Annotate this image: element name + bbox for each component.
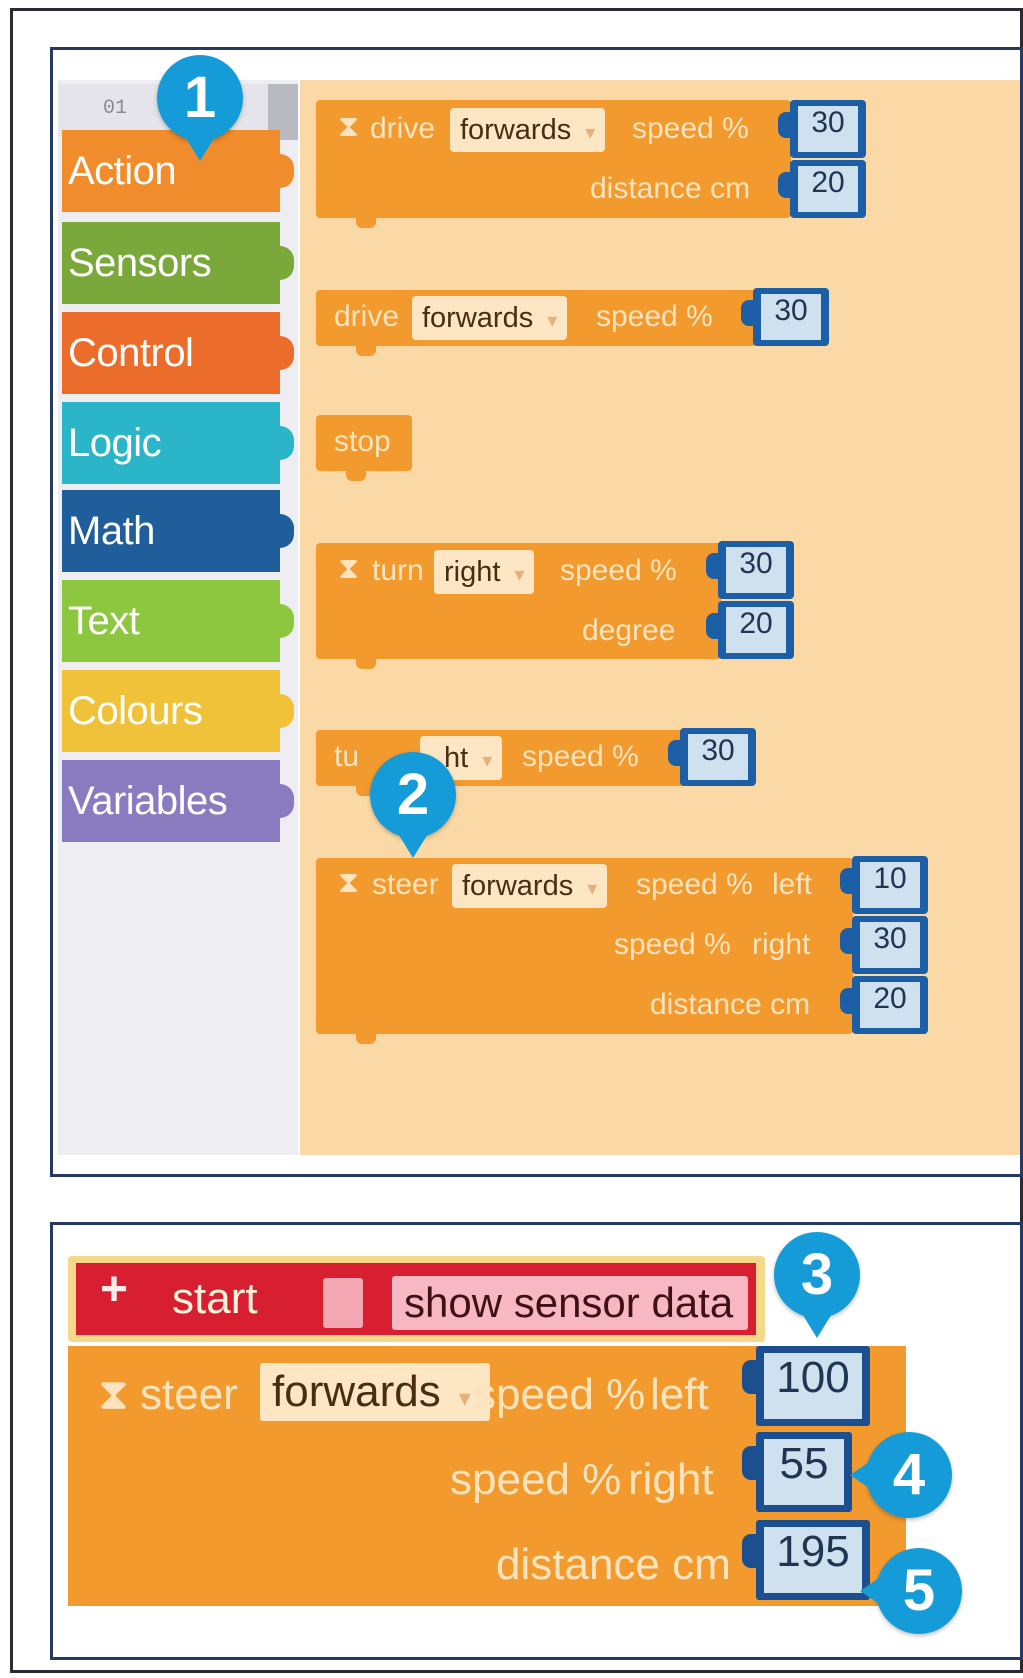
- category-colours[interactable]: Colours: [62, 670, 294, 752]
- speed-label: speed %: [596, 300, 713, 333]
- block-verb: stop: [334, 425, 391, 458]
- category-sensors[interactable]: Sensors: [62, 222, 294, 304]
- left-value: 10: [860, 862, 920, 908]
- speed-value-input[interactable]: 30: [778, 100, 866, 158]
- left-value: 100: [764, 1353, 862, 1419]
- callout-marker-5: 5: [860, 1548, 962, 1634]
- speed-label: speed %: [522, 740, 639, 773]
- category-logic-label: Logic: [68, 421, 162, 465]
- speed-value: 30: [798, 106, 858, 152]
- category-text-label: Text: [68, 599, 140, 643]
- hourglass-icon: ⧗: [98, 1370, 129, 1419]
- category-colours-label: Colours: [68, 689, 203, 733]
- block-verb: drive: [370, 112, 436, 145]
- speed-value-input[interactable]: 30: [741, 288, 829, 346]
- dropdown-arrow-icon: ▾: [587, 878, 598, 900]
- distance-value-input[interactable]: 20: [840, 976, 928, 1034]
- category-math-label: Math: [68, 509, 155, 553]
- distance-value-input[interactable]: 195: [742, 1520, 870, 1600]
- direction-value: forwards: [272, 1367, 441, 1416]
- left-value-input[interactable]: 10: [840, 856, 928, 914]
- dropdown-arrow-icon: ▾: [547, 310, 558, 332]
- degree-value-input[interactable]: 20: [706, 601, 794, 659]
- direction-dropdown[interactable]: forwards ▾: [412, 296, 568, 340]
- speed-right-label: speed %: [614, 928, 731, 961]
- speed-value-input[interactable]: 30: [668, 728, 756, 786]
- distance-value-input[interactable]: 20: [778, 160, 866, 218]
- speed-value-input[interactable]: 30: [706, 541, 794, 599]
- left-value-input[interactable]: 100: [742, 1346, 870, 1426]
- toggle-box[interactable]: [323, 1278, 363, 1328]
- hourglass-icon: ⧗: [338, 110, 360, 143]
- category-variables[interactable]: Variables: [62, 760, 294, 842]
- speed-left-label: speed %: [474, 1370, 646, 1419]
- category-sensors-label: Sensors: [68, 241, 212, 285]
- left-label: left: [650, 1370, 709, 1419]
- speed-left-label: speed %: [636, 868, 753, 901]
- degree-label: degree: [582, 614, 676, 647]
- block-verb: tu: [334, 740, 360, 773]
- category-action-label: Action: [68, 149, 177, 193]
- direction-dropdown[interactable]: forwards ▾: [452, 864, 608, 908]
- callout-marker-1: 1: [157, 55, 243, 161]
- start-label: start: [172, 1274, 258, 1323]
- distance-value: 195: [764, 1527, 862, 1593]
- degree-value: 20: [726, 607, 786, 653]
- hourglass-icon: ⧗: [338, 866, 360, 899]
- direction-value: forwards: [462, 870, 574, 902]
- dropdown-arrow-icon: ▾: [458, 1385, 471, 1412]
- toolbox-tab-label: 01: [103, 97, 128, 120]
- block-verb: drive: [334, 300, 400, 333]
- callout-marker-2: 2: [370, 752, 456, 858]
- dropdown-arrow-icon: ▾: [482, 750, 493, 772]
- right-value-input[interactable]: 30: [840, 916, 928, 974]
- direction-value: right: [444, 556, 501, 588]
- direction-value: forwards: [422, 302, 534, 334]
- speed-value: 30: [761, 294, 821, 340]
- block-verb: turn: [372, 554, 424, 587]
- right-label: right: [628, 1455, 714, 1504]
- hourglass-icon: ⧗: [338, 552, 360, 585]
- right-value-input[interactable]: 55: [742, 1432, 852, 1512]
- category-control-label: Control: [68, 331, 194, 375]
- speed-value: 30: [726, 547, 786, 593]
- category-math[interactable]: Math: [62, 490, 294, 572]
- dropdown-arrow-icon: ▾: [585, 122, 596, 144]
- direction-dropdown[interactable]: right ▾: [434, 550, 535, 594]
- speed-value: 30: [688, 734, 748, 780]
- category-control[interactable]: Control: [62, 312, 294, 394]
- category-text[interactable]: Text: [62, 580, 294, 662]
- category-logic[interactable]: Logic: [62, 402, 294, 484]
- right-label: right: [752, 928, 811, 961]
- direction-value: forwards: [460, 114, 572, 146]
- block-verb: steer: [140, 1370, 238, 1419]
- dropdown-arrow-icon: ▾: [514, 564, 525, 586]
- speed-label: speed %: [632, 112, 749, 145]
- speed-label: speed %: [560, 554, 677, 587]
- plus-icon[interactable]: +: [100, 1262, 128, 1317]
- category-action[interactable]: Action: [62, 130, 294, 212]
- distance-value: 20: [798, 166, 858, 212]
- distance-label: distance cm: [496, 1540, 731, 1589]
- callout-marker-4: 4: [850, 1432, 952, 1518]
- distance-value: 20: [860, 982, 920, 1028]
- show-sensor-data-button[interactable]: show sensor data: [392, 1276, 748, 1330]
- callout-marker-3: 3: [774, 1232, 860, 1338]
- block-verb: steer: [372, 868, 439, 901]
- distance-label: distance cm: [650, 988, 811, 1021]
- left-label: left: [772, 868, 813, 901]
- direction-dropdown[interactable]: forwards ▾: [450, 108, 606, 152]
- right-value: 30: [860, 922, 920, 968]
- category-variables-label: Variables: [68, 779, 228, 823]
- right-value: 55: [764, 1439, 844, 1505]
- direction-dropdown[interactable]: forwards ▾: [260, 1363, 490, 1421]
- distance-label: distance cm: [590, 172, 751, 205]
- speed-right-label: speed %: [450, 1455, 622, 1504]
